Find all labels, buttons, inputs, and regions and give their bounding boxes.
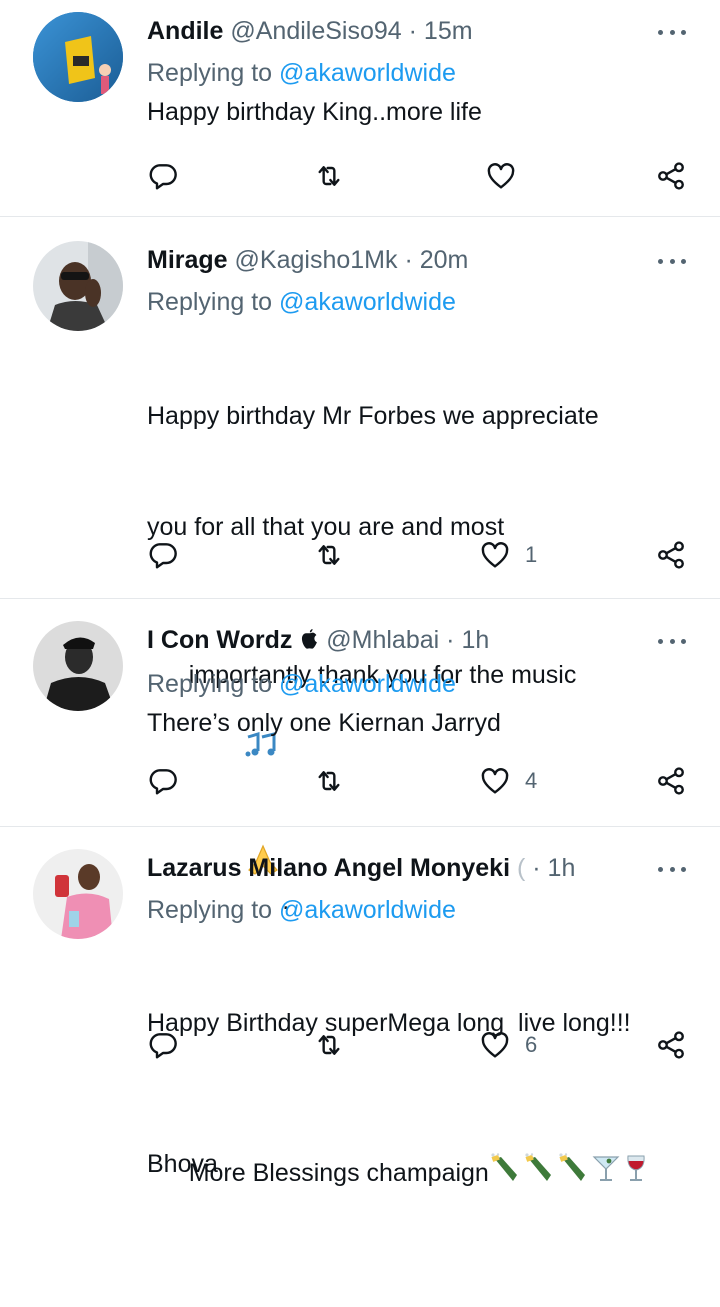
tweet-header: Mirage @Kagisho1Mk · 20m (147, 245, 645, 275)
more-icon[interactable] (658, 865, 686, 873)
replying-prefix: Replying to (147, 670, 280, 698)
like-button[interactable]: 6 (479, 1027, 537, 1063)
share-button[interactable] (655, 537, 687, 573)
retweet-button[interactable] (313, 1027, 345, 1063)
replying-to: Replying to @akaworldwide (147, 895, 720, 925)
like-icon (481, 542, 509, 568)
more-icon[interactable] (658, 257, 686, 265)
separator: · (408, 17, 417, 45)
tweet-text: There’s only one Kiernan Jarryd (147, 709, 501, 737)
replying-prefix: Replying to (147, 288, 280, 316)
champagne-emoji (489, 1153, 523, 1196)
reply-button[interactable] (147, 537, 179, 573)
wine-glass-emoji (621, 1153, 651, 1196)
tweet-text-fragment: More Blessings champaign (188, 1159, 489, 1187)
like-button[interactable]: 1 (479, 537, 537, 573)
like-count: 6 (525, 1032, 538, 1057)
champagne-emoji (557, 1153, 591, 1196)
reply-tweet[interactable]: I Con Wordz @Mhlabai · 1h Replying to @a… (0, 599, 720, 827)
action-bar: 1 (147, 537, 690, 573)
share-button[interactable] (655, 1027, 687, 1063)
share-button[interactable] (655, 158, 687, 194)
mention-link[interactable]: @akaworldwide (279, 896, 456, 924)
timestamp[interactable]: 1h (548, 854, 576, 882)
separator: · (404, 246, 413, 274)
tweet-header: Andile @AndileSiso94 · 15m (147, 16, 645, 46)
retweet-icon (318, 771, 340, 791)
user-handle[interactable]: @Mhlabai (326, 626, 439, 654)
avatar[interactable] (33, 621, 123, 711)
retweet-icon (318, 166, 340, 186)
like-button[interactable] (485, 158, 517, 194)
user-handle[interactable]: ( (517, 854, 525, 882)
reply-icon (149, 543, 177, 569)
replying-prefix: Replying to (147, 896, 280, 924)
mention-link[interactable]: @akaworldwide (279, 670, 456, 698)
timestamp[interactable]: 1h (461, 626, 489, 654)
more-icon[interactable] (658, 637, 686, 645)
tweet-text-line: Happy birthday Mr Forbes we appreciate (147, 402, 599, 430)
avatar[interactable] (33, 241, 123, 331)
retweet-button[interactable] (313, 158, 345, 194)
apple-icon (299, 627, 319, 657)
retweet-button[interactable] (313, 537, 345, 573)
like-button[interactable]: 4 (479, 763, 537, 799)
action-bar: 4 (147, 763, 690, 799)
like-count: 1 (525, 542, 538, 567)
action-bar (147, 158, 690, 194)
share-icon (658, 162, 684, 190)
replying-prefix: Replying to (147, 59, 280, 87)
timestamp[interactable]: 15m (424, 17, 473, 45)
share-button[interactable] (655, 763, 687, 799)
reply-icon (149, 1033, 177, 1059)
reply-tweet[interactable]: Andile @AndileSiso94 · 15m Replying to @… (0, 0, 720, 217)
more-icon[interactable] (658, 28, 686, 36)
tweet-header: Lazarus Milano Angel Monyeki ( · 1h (147, 853, 645, 883)
tweet-header: I Con Wordz @Mhlabai · 1h (147, 625, 645, 657)
tweet-text: Happy Birthday superMega long live long!… (147, 931, 720, 1307)
replying-to: Replying to @akaworldwide (147, 287, 720, 317)
display-name[interactable]: Mirage (147, 246, 228, 274)
avatar[interactable] (33, 849, 123, 939)
reply-tweet[interactable]: Lazarus Milano Angel Monyeki ( · 1h Repl… (0, 827, 720, 1187)
display-name[interactable]: Lazarus Milano Angel Monyeki (147, 854, 510, 882)
retweet-button[interactable] (313, 763, 345, 799)
avatar[interactable] (33, 12, 123, 102)
reply-icon (149, 164, 177, 190)
user-handle[interactable]: @Kagisho1Mk (235, 246, 398, 274)
mention-link[interactable]: @akaworldwide (279, 288, 456, 316)
mention-link[interactable]: @akaworldwide (279, 59, 456, 87)
cocktail-emoji (591, 1153, 621, 1196)
like-count: 4 (525, 768, 538, 793)
action-bar: 6 (147, 1027, 690, 1063)
display-name[interactable]: Andile (147, 17, 223, 45)
tweet-text: Happy birthday King..more life (147, 98, 482, 126)
reply-icon (149, 769, 177, 795)
reply-tweet[interactable]: Mirage @Kagisho1Mk · 20m Replying to @ak… (0, 217, 720, 1178)
reply-button[interactable] (147, 1027, 179, 1063)
timestamp[interactable]: 20m (420, 246, 469, 274)
replying-to: Replying to @akaworldwide (147, 669, 720, 699)
separator: · (446, 626, 455, 654)
like-icon (481, 1032, 509, 1058)
user-handle[interactable]: @AndileSiso94 (230, 17, 401, 45)
retweet-icon (318, 545, 340, 565)
share-icon (658, 541, 684, 569)
retweet-icon (318, 1035, 340, 1055)
like-icon (487, 163, 515, 189)
tweet-text-line: More Blessings champaign (147, 1116, 720, 1233)
champagne-emoji (523, 1153, 557, 1196)
share-icon (658, 767, 684, 795)
replying-to: Replying to @akaworldwide (147, 58, 720, 88)
reply-button[interactable] (147, 158, 179, 194)
share-icon (658, 1031, 684, 1059)
like-icon (481, 768, 509, 794)
separator: · (532, 854, 541, 882)
display-name[interactable]: I Con Wordz (147, 626, 292, 654)
reply-button[interactable] (147, 763, 179, 799)
